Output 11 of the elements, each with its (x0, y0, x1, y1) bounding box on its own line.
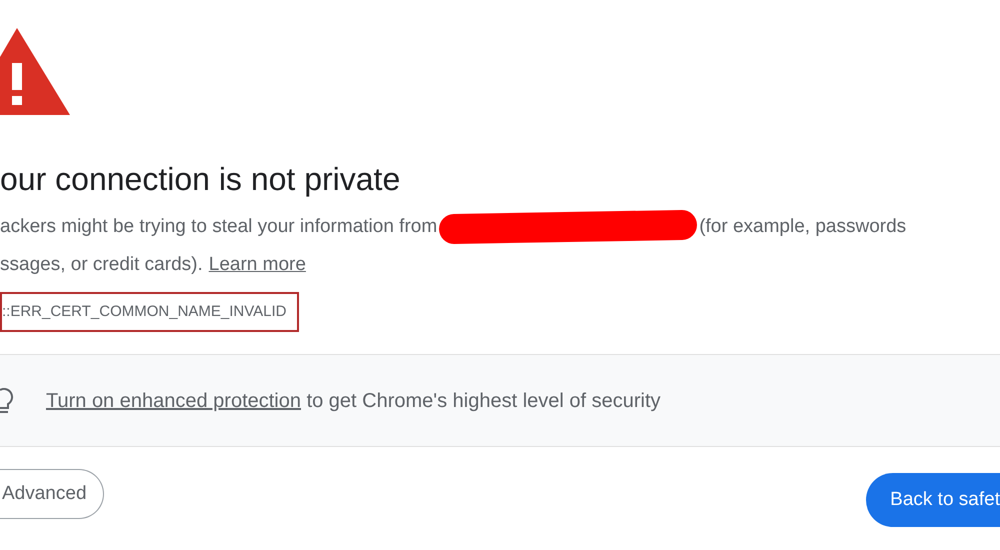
advanced-button[interactable]: Advanced (0, 469, 104, 519)
enhanced-protection-link[interactable]: Turn on enhanced protection (46, 390, 301, 412)
warning-message: (for example, passwords (699, 214, 906, 239)
warning-message: ssages, or credit cards). (0, 252, 203, 277)
learn-more-link[interactable]: Learn more (208, 250, 306, 280)
error-code: ::ERR_CERT_COMMON_NAME_INVALID (0, 292, 299, 332)
warning-message: ackers might be trying to steal your information from (0, 214, 438, 239)
page-heading: our connection is not private (0, 160, 400, 198)
back-to-safety-button[interactable]: Back to safet (866, 473, 1000, 527)
warning-icon (0, 28, 70, 115)
banner-text: Turn on enhanced protection to get Chrome's highest level of security (46, 388, 661, 414)
